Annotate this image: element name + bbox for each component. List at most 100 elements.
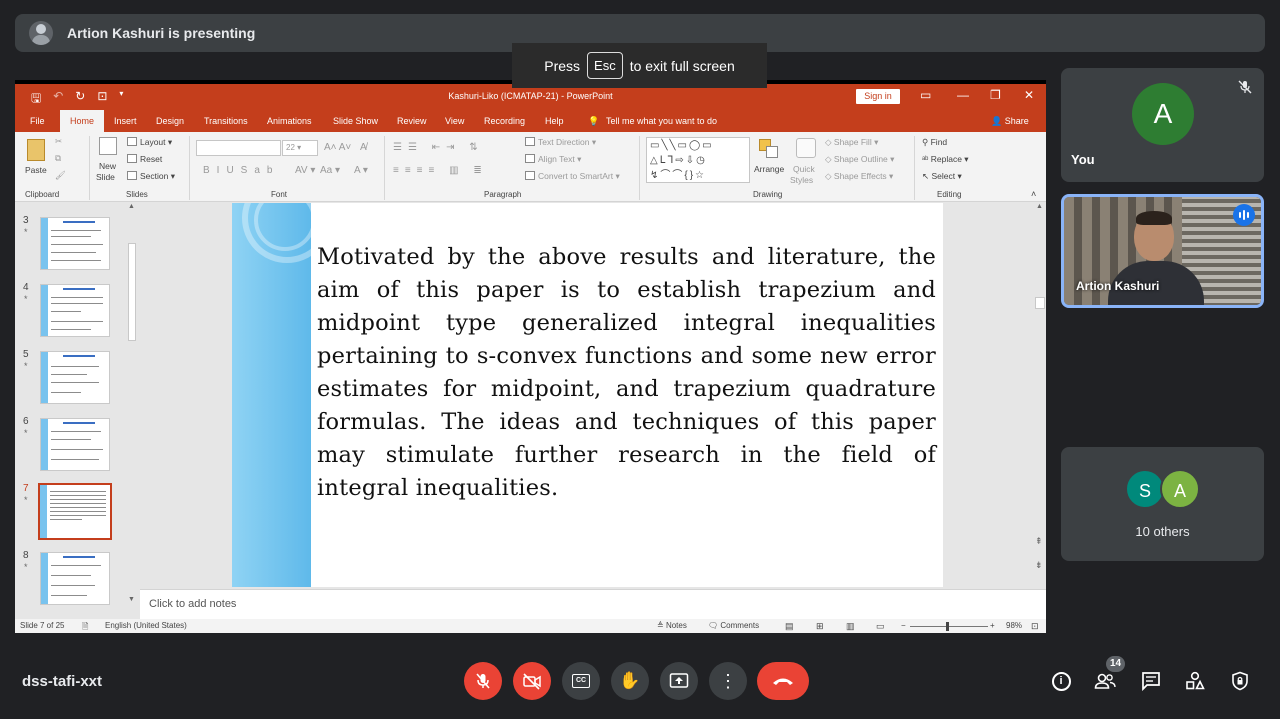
- ribbon-display-icon[interactable]: ▭: [920, 88, 931, 102]
- align-icons[interactable]: ≡≡≡≡ ▥ ≣: [393, 165, 488, 176]
- paste-label[interactable]: Paste: [25, 165, 47, 175]
- zoom-slider[interactable]: [910, 626, 988, 627]
- activities-button[interactable]: [1184, 670, 1206, 692]
- quick-styles-icon[interactable]: [796, 138, 816, 158]
- camera-toggle-button[interactable]: [513, 662, 551, 700]
- slide-thumbnail[interactable]: [40, 217, 110, 270]
- section-button[interactable]: Section ▾: [127, 171, 175, 182]
- minimize-icon[interactable]: —: [957, 88, 969, 102]
- sign-in-button[interactable]: Sign in: [856, 89, 900, 104]
- slide-canvas[interactable]: Motivated by the above results and liter…: [232, 203, 943, 587]
- zoom-in-icon[interactable]: +: [990, 621, 995, 630]
- slide-body-text[interactable]: Motivated by the above results and liter…: [317, 241, 936, 505]
- replace-button[interactable]: ᵃᵇ Replace ▾: [922, 154, 969, 165]
- scroll-thumb[interactable]: [1035, 297, 1045, 309]
- more-options-button[interactable]: ⋮: [709, 662, 747, 700]
- font-name-box[interactable]: [196, 140, 281, 156]
- tab-home[interactable]: Home: [60, 110, 105, 132]
- close-icon[interactable]: ✕: [1024, 88, 1034, 102]
- arrange-label[interactable]: Arrange: [754, 164, 784, 174]
- copy-icon[interactable]: ⧉: [55, 153, 61, 164]
- select-button[interactable]: ↖ Select ▾: [922, 171, 962, 182]
- maximize-icon[interactable]: ❐: [990, 88, 1001, 102]
- slide-thumbnails[interactable]: 3 * 4 * 5 * 6 * 7 * 8 *: [15, 203, 140, 605]
- reading-view-icon[interactable]: ▥: [846, 621, 855, 632]
- quick-styles-label-2[interactable]: Styles: [790, 175, 813, 185]
- reset-button[interactable]: Reset: [127, 154, 162, 164]
- tab-slide-show[interactable]: Slide Show: [327, 110, 384, 132]
- clear-format-icon[interactable]: A̸: [360, 142, 367, 153]
- char-spacing-icon[interactable]: AV ▾: [295, 165, 315, 176]
- fit-slide-icon[interactable]: ⊡: [1031, 621, 1039, 632]
- tab-view[interactable]: View: [439, 110, 470, 132]
- shape-fill-button[interactable]: ◇ Shape Fill ▾: [825, 137, 878, 148]
- chat-button[interactable]: [1140, 670, 1162, 692]
- zoom-out-icon[interactable]: −: [901, 621, 906, 630]
- scroll-thumb[interactable]: [128, 243, 136, 341]
- captions-button[interactable]: CC: [562, 662, 600, 700]
- font-color-icon[interactable]: A ▾: [354, 165, 368, 176]
- tile-others[interactable]: S A 10 others: [1061, 447, 1264, 561]
- shape-effects-button[interactable]: ◇ Shape Effects ▾: [825, 171, 893, 182]
- list-icons[interactable]: ☰☰ ⇤⇥ ⇅: [393, 142, 484, 153]
- cut-icon[interactable]: ✂: [55, 136, 62, 147]
- notes-pane[interactable]: Click to add notes: [140, 589, 1046, 619]
- notes-toggle[interactable]: ≜ Notes: [657, 621, 687, 630]
- present-now-button[interactable]: [660, 662, 698, 700]
- slide-thumbnail[interactable]: [40, 351, 110, 404]
- slide-thumbnail-active[interactable]: [38, 483, 112, 540]
- tab-transitions[interactable]: Transitions: [198, 110, 254, 132]
- slide-thumbnail[interactable]: [40, 418, 110, 471]
- tab-file[interactable]: File: [24, 110, 51, 132]
- comments-toggle[interactable]: 🗨 Comments: [708, 621, 759, 630]
- prev-slide-icon[interactable]: ⇞: [1035, 536, 1043, 547]
- shapes-gallery[interactable]: ▭╲╲▭◯▭ △ᒪᒣ⇨⇩◷ ↯⌒⌒{}☆: [646, 137, 750, 183]
- layout-button[interactable]: Layout ▾: [127, 137, 172, 148]
- align-text-button[interactable]: Align Text ▾: [525, 154, 581, 165]
- scroll-up-icon[interactable]: ▲: [128, 203, 135, 210]
- scroll-down-icon[interactable]: ▼: [128, 596, 135, 603]
- next-slide-icon[interactable]: ⇟: [1035, 560, 1043, 571]
- format-painter-icon[interactable]: 🖌: [55, 170, 66, 181]
- people-button[interactable]: [1094, 670, 1116, 692]
- new-slide-icon[interactable]: [99, 137, 117, 155]
- tab-animations[interactable]: Animations: [261, 110, 318, 132]
- tab-design[interactable]: Design: [150, 110, 190, 132]
- zoom-slider-thumb[interactable]: [946, 622, 949, 631]
- new-slide-label-2[interactable]: Slide: [96, 172, 115, 182]
- grow-font-icon[interactable]: A˄ A˅: [324, 142, 351, 153]
- tab-help[interactable]: Help: [539, 110, 570, 132]
- shape-outline-button[interactable]: ◇ Shape Outline ▾: [825, 154, 894, 165]
- mic-toggle-button[interactable]: [464, 662, 502, 700]
- slide-scrollbar[interactable]: ▲ ⇞ ⇟: [1034, 203, 1046, 587]
- slide-thumbnail[interactable]: [40, 552, 110, 605]
- slide-thumbnail[interactable]: [40, 284, 110, 337]
- find-button[interactable]: ⚲ Find: [922, 137, 947, 148]
- leave-call-button[interactable]: [757, 662, 809, 700]
- tell-me-search[interactable]: Tell me what you want to do: [600, 110, 723, 132]
- raise-hand-button[interactable]: ✋: [611, 662, 649, 700]
- share-button[interactable]: 👤 Share: [985, 110, 1035, 132]
- tab-review[interactable]: Review: [391, 110, 433, 132]
- quick-styles-label-1[interactable]: Quick: [793, 164, 815, 174]
- normal-view-icon[interactable]: ▤: [785, 621, 794, 632]
- tile-you[interactable]: A You: [1061, 68, 1264, 182]
- meeting-details-button[interactable]: i: [1050, 670, 1072, 692]
- tile-artion-kashuri[interactable]: Artion Kashuri: [1061, 194, 1264, 308]
- tab-recording[interactable]: Recording: [478, 110, 531, 132]
- font-size-box[interactable]: 22 ▾: [282, 140, 318, 156]
- convert-smartart-button[interactable]: Convert to SmartArt ▾: [525, 171, 620, 182]
- language-indicator[interactable]: English (United States): [105, 621, 187, 630]
- new-slide-label-1[interactable]: New: [99, 161, 116, 171]
- thumbnail-scrollbar[interactable]: ▲ ▼: [127, 203, 137, 605]
- arrange-icon[interactable]: [759, 139, 779, 159]
- spellcheck-icon[interactable]: 🗎: [82, 621, 88, 633]
- scroll-up-icon[interactable]: ▲: [1036, 203, 1043, 210]
- slideshow-icon[interactable]: ▭: [876, 621, 885, 632]
- text-direction-button[interactable]: Text Direction ▾: [525, 137, 596, 148]
- change-case-icon[interactable]: Aa ▾: [320, 165, 340, 176]
- font-style-icons[interactable]: BIUSab: [203, 165, 279, 176]
- host-controls-button[interactable]: [1229, 670, 1251, 692]
- tab-insert[interactable]: Insert: [108, 110, 143, 132]
- collapse-ribbon-icon[interactable]: ˄: [1031, 189, 1036, 199]
